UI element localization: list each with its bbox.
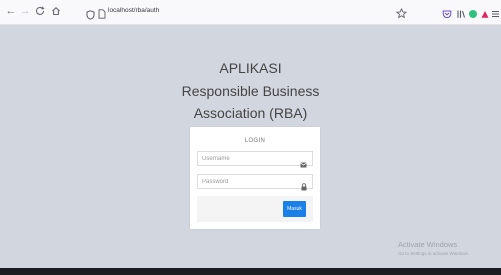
extension-icon[interactable] [468,6,478,24]
shield-icon[interactable] [86,7,95,25]
forward-button[interactable]: → [19,5,31,17]
lock-icon [301,178,307,196]
reload-icon[interactable] [34,5,46,17]
app-title-line-2: Responsible Business [181,83,320,99]
account-icon[interactable] [480,6,490,24]
taskbar [0,268,501,275]
app-title-line-3: Association (RBA) [193,105,308,121]
password-input[interactable] [202,175,298,188]
home-icon[interactable] [50,5,62,17]
activate-windows-watermark: Activate Windows Go to Settings to activ… [398,240,498,258]
hamburger-menu-icon[interactable] [491,6,500,24]
browser-toolbar: ← → localhost/rba/auth [0,0,501,25]
login-box-message: LOGIN [244,138,266,144]
back-button[interactable]: ← [5,5,17,17]
url-bar[interactable]: localhost/rba/auth [108,7,159,14]
password-field[interactable] [197,174,313,191]
app-title-line-1: APLIKASI [219,60,282,76]
masuk-button[interactable]: Masuk [283,201,306,217]
watermark-subtitle: Go to Settings to activate Windows. [398,251,470,256]
star-icon[interactable] [395,6,408,24]
watermark-title: Activate Windows [398,240,458,249]
pocket-icon[interactable] [442,6,452,24]
envelope-icon [300,155,307,173]
page-icon [98,6,106,24]
username-input[interactable] [202,152,298,165]
library-icon[interactable] [456,6,466,24]
username-field[interactable] [197,151,313,168]
